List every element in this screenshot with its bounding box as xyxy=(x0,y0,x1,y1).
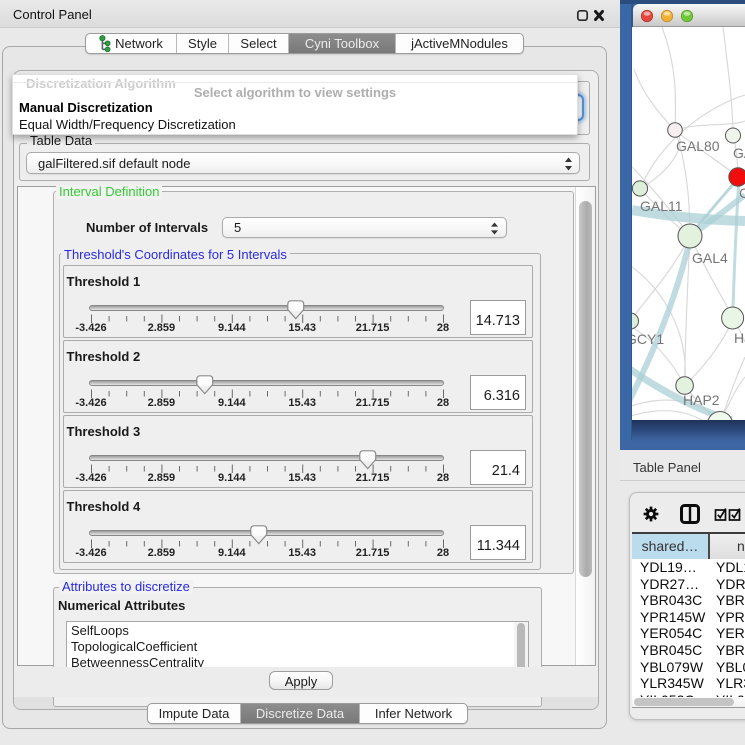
svg-text:GAL11: GAL11 xyxy=(640,198,683,214)
svg-text:GA: GA xyxy=(733,145,745,161)
svg-text:C: C xyxy=(739,185,745,201)
svg-text:GAL80: GAL80 xyxy=(676,138,720,154)
svg-text:H: H xyxy=(734,330,744,346)
svg-text:HAP2: HAP2 xyxy=(683,392,720,408)
svg-text:GCY1: GCY1 xyxy=(632,331,664,347)
svg-text:GAL4: GAL4 xyxy=(692,250,728,266)
